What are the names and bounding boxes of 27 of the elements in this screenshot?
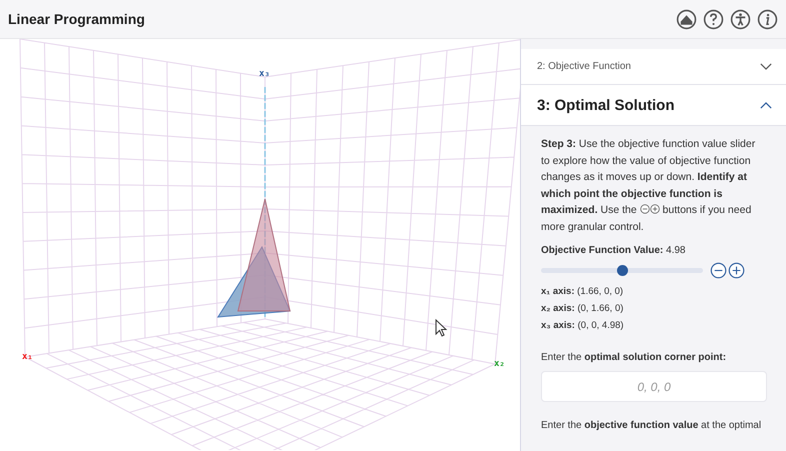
plus-button[interactable] bbox=[728, 262, 745, 279]
instruction-text: Step 3: Use the objective function value slider to explore how the value of objective function changes as it moves up or down. Identify at which point the objective function is maximized. Use the buttons if you need more granular control. bbox=[541, 137, 756, 234]
mouse-cursor-icon bbox=[436, 318, 448, 337]
accessibility-icon[interactable] bbox=[730, 8, 751, 30]
plus-icon bbox=[650, 204, 660, 214]
app-title: Linear Programming bbox=[8, 11, 145, 27]
slider-label: Objective Function Value: 4.98 bbox=[541, 245, 686, 256]
corner-point-prompt: Enter the optimal solution corner point: bbox=[541, 352, 728, 363]
objective-value-prompt: Enter the objective function value at the optimal bbox=[541, 420, 762, 431]
home-icon[interactable] bbox=[676, 8, 697, 30]
objective-value-slider[interactable] bbox=[541, 268, 703, 273]
accordion-header[interactable]: 2: Objective Function bbox=[521, 49, 786, 85]
chevron-up-icon bbox=[760, 102, 772, 108]
corner-point-field[interactable]: 0, 0, 0 bbox=[541, 371, 767, 402]
axis-intercept-text: x₃ axis: (0, 0, 4.98) bbox=[541, 319, 625, 333]
accordion-header[interactable]: 3: Optimal Solution bbox=[521, 85, 786, 126]
axis-intercept-text: x₁ axis: (1.66, 0, 0) bbox=[541, 285, 624, 299]
help-icon[interactable] bbox=[703, 8, 724, 30]
slider-thumb[interactable] bbox=[617, 265, 628, 276]
minus-icon bbox=[640, 204, 650, 214]
axis-label: x₂ bbox=[494, 359, 505, 369]
minus-button[interactable] bbox=[710, 262, 727, 279]
chevron-down-icon bbox=[760, 63, 772, 70]
axis-intercept-text: x₂ axis: (0, 1.66, 0) bbox=[541, 302, 624, 316]
axis-label: x₁ bbox=[22, 352, 33, 362]
axis-label: x₃ bbox=[259, 69, 270, 79]
info-icon[interactable] bbox=[757, 8, 778, 30]
